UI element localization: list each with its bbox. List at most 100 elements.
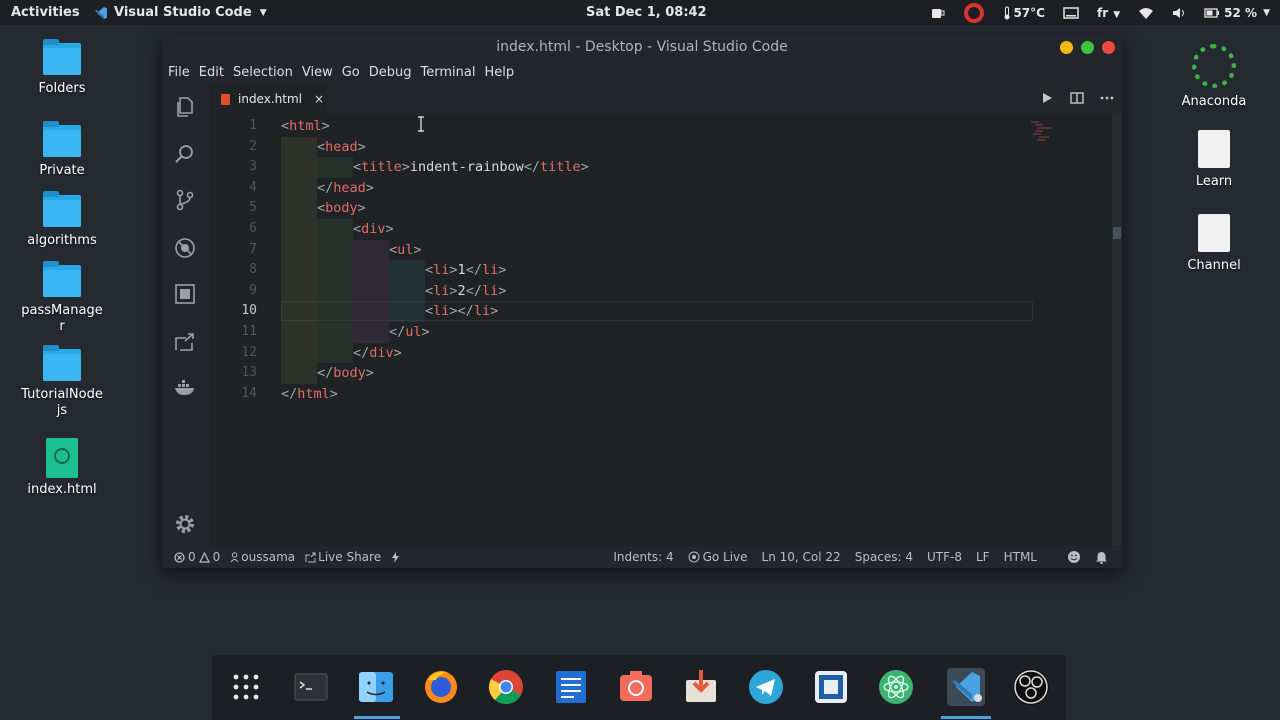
firefox-icon[interactable] xyxy=(420,666,462,708)
indent-guide xyxy=(389,301,425,322)
run-icon[interactable] xyxy=(1040,91,1054,105)
indent-guide xyxy=(353,301,389,322)
vscode-dock-icon[interactable] xyxy=(945,666,987,708)
scrollbar-thumb[interactable] xyxy=(1113,227,1121,239)
extensions-icon[interactable] xyxy=(173,282,197,306)
debug-icon[interactable] xyxy=(173,236,197,260)
app-name: Visual Studio Code xyxy=(114,5,252,20)
gear-icon[interactable] xyxy=(173,512,197,536)
menu-debug[interactable]: Debug xyxy=(369,65,412,80)
app-menu[interactable]: Visual Studio Code ▼ xyxy=(94,5,267,20)
problems-indicator[interactable]: 0 0 xyxy=(174,550,220,564)
indent-guide xyxy=(281,322,317,343)
menu-file[interactable]: File xyxy=(168,65,190,80)
warning-icon xyxy=(198,551,210,563)
live-share-icon[interactable] xyxy=(173,330,197,354)
status-eol[interactable]: LF xyxy=(976,550,990,564)
desktop-icon-index-html[interactable]: index.html xyxy=(20,438,104,498)
status-encoding[interactable]: UTF-8 xyxy=(927,550,962,564)
screen-icon[interactable] xyxy=(1063,6,1079,19)
desktop-icon-channel[interactable]: Channel xyxy=(1172,214,1256,274)
desktop-icon-passmanager[interactable]: passManager xyxy=(20,261,104,335)
code-editor[interactable]: 1 <html> 2 <head> 3 <title>indent-rainbow</ti… xyxy=(209,114,1112,546)
desktop-icon-label: passManager xyxy=(21,303,103,334)
app-grid-icon[interactable] xyxy=(225,666,267,708)
terminal-icon[interactable] xyxy=(290,666,332,708)
docker-icon[interactable] xyxy=(173,376,197,400)
atom-icon[interactable] xyxy=(875,666,917,708)
window-titlebar[interactable]: index.html - Desktop - Visual Studio Cod… xyxy=(162,35,1122,60)
user-icon xyxy=(230,551,239,562)
account-indicator[interactable]: oussama xyxy=(230,550,295,564)
files-icon[interactable] xyxy=(355,666,397,708)
desktop-icon-label: Learn xyxy=(1195,174,1233,189)
volume-icon[interactable] xyxy=(1172,7,1186,19)
line-number: 10 xyxy=(241,303,257,319)
status-cursor-position[interactable]: Ln 10, Col 22 xyxy=(762,550,841,564)
desktop-icon-folders[interactable]: Folders xyxy=(20,39,104,97)
more-actions-icon[interactable] xyxy=(1100,91,1114,105)
source-control-icon[interactable] xyxy=(173,188,197,212)
temperature-indicator[interactable]: 57°C xyxy=(1003,6,1045,20)
minimap[interactable] xyxy=(1029,120,1063,144)
telegram-icon[interactable] xyxy=(745,666,787,708)
virtualbox-icon[interactable] xyxy=(810,666,852,708)
go-live-button[interactable]: Go Live xyxy=(688,550,748,564)
battery-indicator[interactable]: 52 % ▼ xyxy=(1204,6,1270,20)
close-button[interactable] xyxy=(1102,41,1115,54)
desktop-icon-learn[interactable]: Learn xyxy=(1172,130,1256,190)
tab-index-html[interactable]: index.html × xyxy=(209,84,327,114)
vertical-scrollbar[interactable] xyxy=(1112,114,1122,546)
desktop-icon-label: Channel xyxy=(1187,258,1241,273)
dock-active-indicator xyxy=(941,716,991,719)
coffee-icon[interactable] xyxy=(931,7,945,19)
tab-close-icon[interactable]: × xyxy=(314,92,324,106)
menu-terminal[interactable]: Terminal xyxy=(421,65,476,80)
menu-go[interactable]: Go xyxy=(342,65,360,80)
desktop-icon-anaconda[interactable]: Anaconda xyxy=(1172,44,1256,110)
activity-bar xyxy=(162,84,209,546)
screenshot-icon[interactable] xyxy=(615,666,657,708)
indent-guide xyxy=(389,280,425,302)
code-line: <li></li> xyxy=(425,303,499,320)
menu-view[interactable]: View xyxy=(302,65,333,80)
desktop-icon-algorithms[interactable]: algorithms xyxy=(20,191,104,249)
indent-guide xyxy=(353,322,389,343)
maximize-button[interactable] xyxy=(1081,41,1094,54)
code-line: <title>indent-rainbow</title> xyxy=(353,159,589,176)
obs-icon[interactable] xyxy=(963,2,985,24)
feedback-smiley-icon[interactable] xyxy=(1067,550,1081,564)
status-spaces[interactable]: Spaces: 4 xyxy=(855,550,913,564)
text-editor-icon[interactable] xyxy=(550,666,592,708)
live-share-button[interactable]: Live Share xyxy=(305,550,381,564)
line-number: 8 xyxy=(249,262,257,278)
obs-studio-icon[interactable] xyxy=(1010,666,1052,708)
system-tray: 57°C fr ▼ 52 % ▼ xyxy=(931,2,1270,24)
menu-edit[interactable]: Edit xyxy=(199,65,224,80)
indent-guide xyxy=(317,239,353,261)
desktop-icon-tutorialnodejs[interactable]: TutorialNodejs xyxy=(20,345,104,419)
menu-selection[interactable]: Selection xyxy=(233,65,293,80)
line-number: 11 xyxy=(241,324,257,339)
desktop-icon-private[interactable]: Private xyxy=(20,121,104,179)
desktop-icon-label: Anaconda xyxy=(1181,94,1247,109)
status-language[interactable]: HTML xyxy=(1004,550,1037,564)
split-editor-icon[interactable] xyxy=(1070,91,1084,105)
folder-icon xyxy=(43,121,81,157)
software-center-icon[interactable] xyxy=(680,666,722,708)
desktop-icon-label: Private xyxy=(39,163,85,178)
activities-button[interactable]: Activities xyxy=(11,5,80,20)
minimize-button[interactable] xyxy=(1060,41,1073,54)
keyboard-layout[interactable]: fr ▼ xyxy=(1097,6,1120,20)
search-icon[interactable] xyxy=(173,142,197,166)
status-indents[interactable]: Indents: 4 xyxy=(613,550,673,564)
chrome-icon[interactable] xyxy=(485,666,527,708)
indent-guide xyxy=(281,301,317,322)
lightning-icon[interactable] xyxy=(391,551,400,563)
clock[interactable]: Sat Dec 1, 08:42 xyxy=(586,5,707,20)
code-line: <li>1</li> xyxy=(425,262,507,279)
explorer-icon[interactable] xyxy=(173,95,197,119)
wifi-icon[interactable] xyxy=(1138,7,1154,19)
menu-help[interactable]: Help xyxy=(484,65,514,80)
notifications-bell-icon[interactable] xyxy=(1095,551,1108,564)
